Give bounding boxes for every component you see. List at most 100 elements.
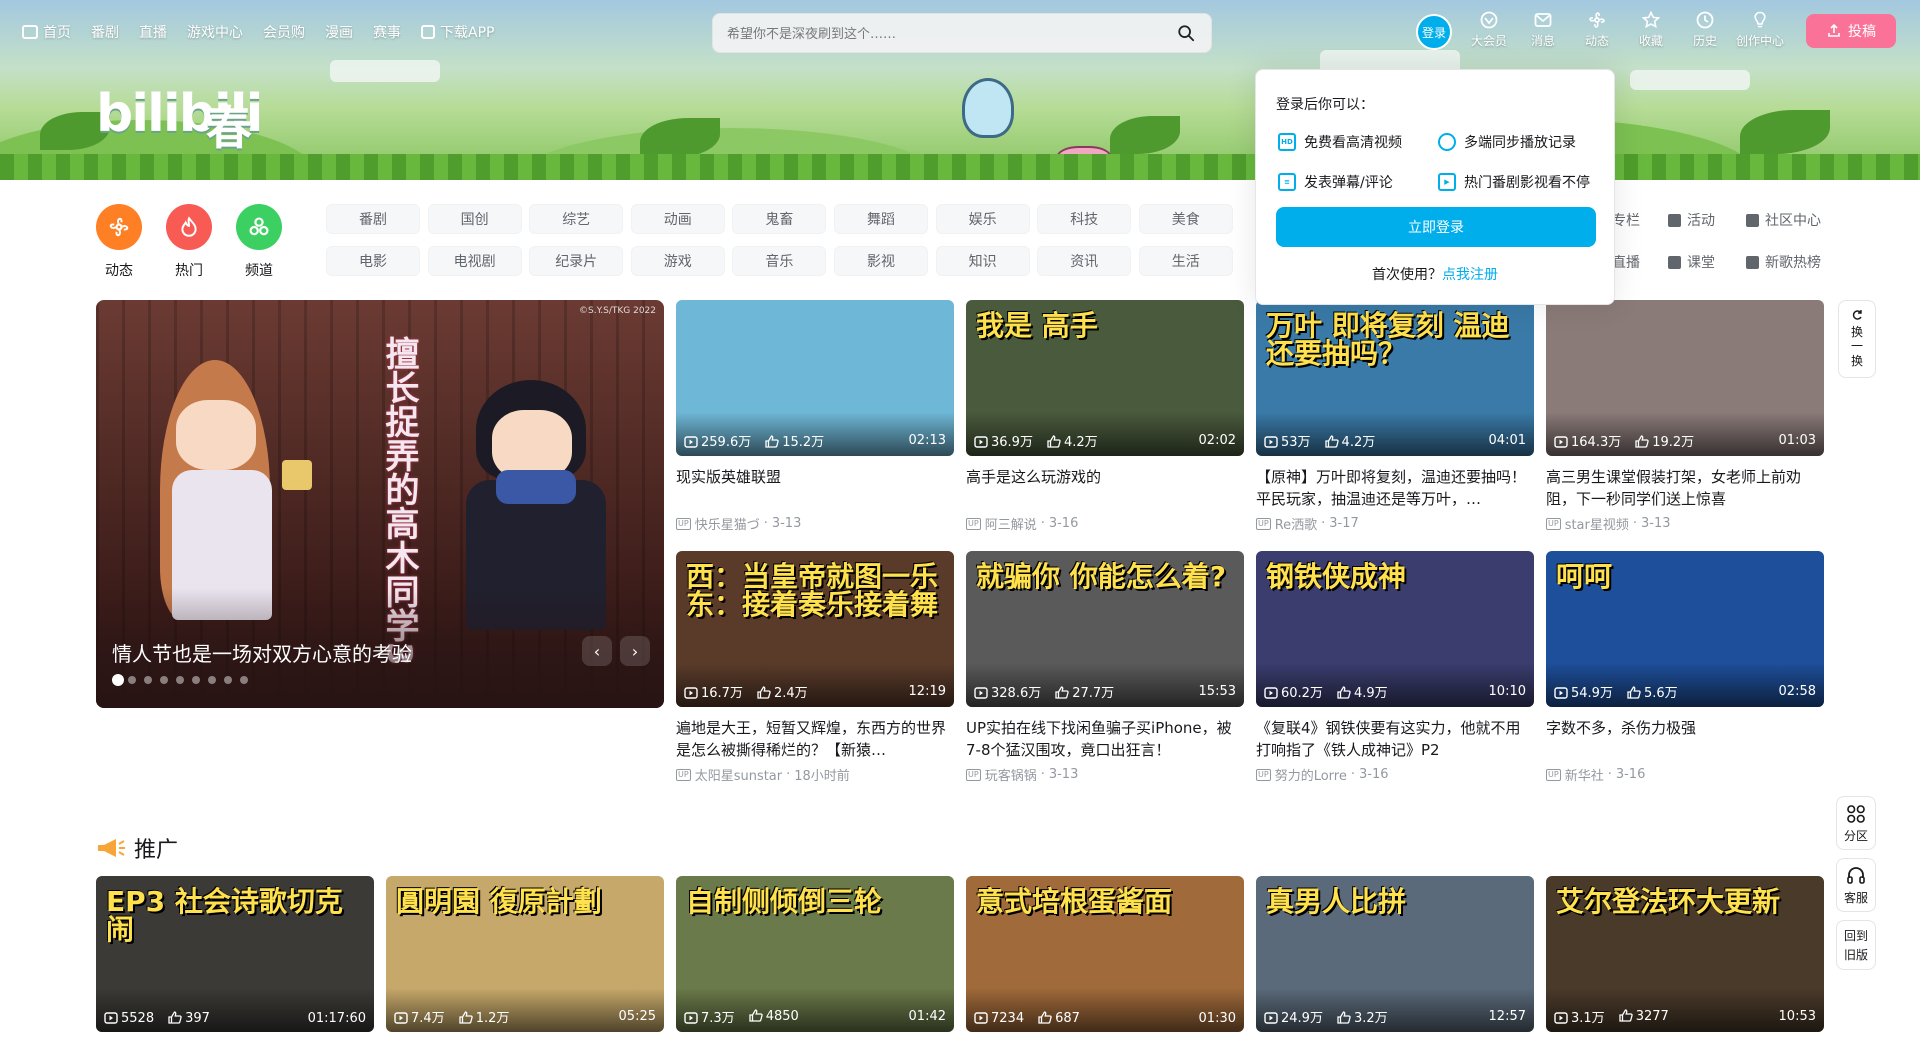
nav-home[interactable]: 首页 [22, 22, 71, 42]
tag-tags_row1-6[interactable]: 娱乐 [935, 204, 1030, 234]
hero-dot[interactable] [176, 676, 184, 684]
nav-download-app[interactable]: 下载APP [421, 22, 494, 42]
tag-tags_row2-5[interactable]: 影视 [834, 246, 928, 276]
video-thumbnail[interactable]: 164.3万 19.2万 01:03 [1546, 300, 1824, 456]
video-card[interactable]: 自制侧倾倒三轮 7.3万 4850 01:42 [676, 876, 954, 1032]
video-thumbnail[interactable]: EP3 社会诗歌切克闹 5528 397 01:17:60 [96, 876, 374, 1032]
tag-tags_row1-2[interactable]: 综艺 [529, 204, 624, 234]
hero-dot[interactable] [112, 674, 124, 686]
video-card[interactable]: 259.6万 15.2万 02:13 现实版英雄联盟 UP 快乐星猫づ · 3-13 [676, 300, 954, 533]
tag-tags_row2-8[interactable]: 生活 [1138, 246, 1233, 276]
nav-manga[interactable]: 漫画 [325, 22, 353, 42]
video-title[interactable]: UP实拍在线下找闲鱼骗子买iPhone，被7-8个猛汉围攻，竟口出狂言！ [966, 717, 1244, 761]
message-button[interactable]: 消息 [1520, 10, 1566, 49]
video-meta[interactable]: UP star星视频 · 3-13 [1546, 514, 1824, 533]
side-link-classroom[interactable]: 课堂 [1668, 252, 1715, 272]
video-thumbnail[interactable]: 西：当皇帝就图一乐 东：接着奏乐接着舞 16.7万 2.4万 12:19 [676, 551, 954, 707]
video-meta[interactable]: UP 玩客锅锅 · 3-13 [966, 765, 1244, 784]
channel-dynamic[interactable]: 动态 [96, 204, 142, 280]
login-avatar-button[interactable]: 登录 [1416, 14, 1452, 50]
video-thumbnail[interactable]: 钢铁侠成神 60.2万 4.9万 10:10 [1256, 551, 1534, 707]
video-card[interactable]: 意式培根蛋酱面 7234 687 01:30 [966, 876, 1244, 1032]
tag-tags_row1-1[interactable]: 国创 [427, 204, 522, 234]
video-meta[interactable]: UP 阿三解说 · 3-16 [966, 514, 1244, 533]
refresh-button[interactable]: 换 一 换 [1838, 300, 1876, 378]
hero-dot[interactable] [144, 676, 152, 684]
upload-button[interactable]: 投稿 [1806, 14, 1896, 48]
hero-dot[interactable] [208, 676, 216, 684]
tag-tags_row2-2[interactable]: 纪录片 [529, 246, 624, 276]
favorites-button[interactable]: 收藏 [1628, 10, 1674, 49]
side-link-live[interactable]: 直播 [1612, 252, 1640, 272]
tag-tags_row1-0[interactable]: 番剧 [326, 204, 420, 234]
creator-center-button[interactable]: 创作中心 [1736, 10, 1784, 49]
nav-bangumi[interactable]: 番剧 [91, 22, 119, 42]
video-card[interactable]: 就骗你 你能怎么着? 328.6万 27.7万 15:53 UP实拍在线下找闲鱼骗子买i… [966, 551, 1244, 784]
tag-tags_row2-0[interactable]: 电影 [326, 246, 420, 276]
hero-carousel[interactable]: 擅长捉弄的高木同学3 ©S.Y.S/TKG 2022 情人节也是一场对双方心意的… [96, 300, 664, 708]
nav-match[interactable]: 赛事 [373, 22, 401, 42]
video-thumbnail[interactable]: 圓明園 復原計劃 7.4万 1.2万 05:25 [386, 876, 664, 1032]
video-thumbnail[interactable]: 艾尔登法环大更新 3.1万 3277 10:53 [1546, 876, 1824, 1032]
hero-dot[interactable] [160, 676, 168, 684]
video-title[interactable]: 遍地是大王，短暂又辉煌，东西方的世界是怎么被撕得稀烂的？【新猿… [676, 717, 954, 761]
video-card[interactable]: 我是 高手 36.9万 4.2万 02:02 高手是这么玩游戏的 UP 阿三解说 · 3-16 [966, 300, 1244, 533]
tag-tags_row2-6[interactable]: 知识 [935, 246, 1030, 276]
tag-tags_row2-4[interactable]: 音乐 [732, 246, 827, 276]
hero-dot[interactable] [240, 676, 248, 684]
tag-tags_row1-4[interactable]: 鬼畜 [732, 204, 827, 234]
tag-tags_row1-8[interactable]: 美食 [1138, 204, 1233, 234]
side-link-column[interactable]: 专栏 [1612, 210, 1640, 230]
tag-tags_row1-7[interactable]: 科技 [1037, 204, 1132, 234]
popup-login-button[interactable]: 立即登录 [1276, 207, 1596, 247]
video-card[interactable]: 圓明園 復原計劃 7.4万 1.2万 05:25 [386, 876, 664, 1032]
video-card[interactable]: 西：当皇帝就图一乐 东：接着奏乐接着舞 16.7万 2.4万 12:19 遍地是大王，短… [676, 551, 954, 784]
side-link-song-chart[interactable]: 新歌热榜 [1746, 252, 1821, 272]
video-meta[interactable]: UP 努力的Lorre · 3-16 [1256, 765, 1534, 784]
video-title[interactable]: 《复联4》钢铁侠要有这实力，他就不用打响指了《铁人成神记》P2 [1256, 717, 1534, 761]
video-thumbnail[interactable]: 就骗你 你能怎么着? 328.6万 27.7万 15:53 [966, 551, 1244, 707]
video-title[interactable]: 现实版英雄联盟 [676, 466, 954, 510]
video-thumbnail[interactable]: 真男人比拼 24.9万 3.2万 12:57 [1256, 876, 1534, 1032]
video-thumbnail[interactable]: 259.6万 15.2万 02:13 [676, 300, 954, 456]
video-title[interactable]: 【原神】万叶即将复刻，温迪还要抽吗！平民玩家，抽温迪还是等万叶，… [1256, 466, 1534, 510]
hero-next-button[interactable]: › [620, 636, 650, 666]
category-float-button[interactable]: 分区 [1836, 796, 1876, 850]
nav-game-center[interactable]: 游戏中心 [187, 22, 243, 42]
video-card[interactable]: 万叶 即将复刻 温迪还要抽吗？ 53万 4.2万 04:01 【原神】万叶即将复刻，温迪… [1256, 300, 1534, 533]
video-card[interactable]: 真男人比拼 24.9万 3.2万 12:57 [1256, 876, 1534, 1032]
register-link[interactable]: 点我注册 [1442, 267, 1498, 283]
video-thumbnail[interactable]: 自制侧倾倒三轮 7.3万 4850 01:42 [676, 876, 954, 1032]
search-icon[interactable] [1177, 24, 1195, 42]
hero-title[interactable]: 情人节也是一场对双方心意的考验 [112, 638, 412, 667]
tag-tags_row2-7[interactable]: 资讯 [1037, 246, 1132, 276]
tag-tags_row1-5[interactable]: 舞蹈 [834, 204, 928, 234]
side-link-community[interactable]: 社区中心 [1746, 210, 1821, 230]
channel-hot[interactable]: 热门 [166, 204, 212, 280]
video-title[interactable]: 高手是这么玩游戏的 [966, 466, 1244, 510]
video-meta[interactable]: UP Re洒歌 · 3-17 [1256, 514, 1534, 533]
old-version-button[interactable]: 回到 旧版 [1836, 920, 1876, 970]
video-thumbnail[interactable]: 我是 高手 36.9万 4.2万 02:02 [966, 300, 1244, 456]
channel-channels[interactable]: 频道 [236, 204, 282, 280]
video-card[interactable]: 164.3万 19.2万 01:03 高三男生课堂假装打架，女老师上前劝阻，下一秒同学… [1546, 300, 1824, 533]
video-meta[interactable]: UP 新华社 · 3-16 [1546, 765, 1824, 784]
video-card[interactable]: 呵呵 54.9万 5.6万 02:58 字数不多，杀伤力极强 UP 新华社 · 3-16 [1546, 551, 1824, 784]
history-button[interactable]: 历史 [1682, 10, 1728, 49]
video-thumbnail[interactable]: 呵呵 54.9万 5.6万 02:58 [1546, 551, 1824, 707]
nav-live[interactable]: 直播 [139, 22, 167, 42]
tag-tags_row2-1[interactable]: 电视剧 [427, 246, 522, 276]
nav-mall[interactable]: 会员购 [263, 22, 305, 42]
hero-prev-button[interactable]: ‹ [582, 636, 612, 666]
video-title[interactable]: 字数不多，杀伤力极强 [1546, 717, 1824, 761]
search-input[interactable] [727, 23, 1147, 45]
video-meta[interactable]: UP 太阳星sunstar · 18小时前 [676, 765, 954, 784]
tag-tags_row1-3[interactable]: 动画 [630, 204, 725, 234]
video-title[interactable]: 高三男生课堂假装打架，女老师上前劝阻，下一秒同学们送上惊喜 [1546, 466, 1824, 510]
video-card[interactable]: 艾尔登法环大更新 3.1万 3277 10:53 [1546, 876, 1824, 1032]
video-meta[interactable]: UP 快乐星猫づ · 3-13 [676, 514, 954, 533]
hero-dot[interactable] [192, 676, 200, 684]
video-thumbnail[interactable]: 万叶 即将复刻 温迪还要抽吗？ 53万 4.2万 04:01 [1256, 300, 1534, 456]
side-link-activity[interactable]: 活动 [1668, 210, 1715, 230]
video-thumbnail[interactable]: 意式培根蛋酱面 7234 687 01:30 [966, 876, 1244, 1032]
